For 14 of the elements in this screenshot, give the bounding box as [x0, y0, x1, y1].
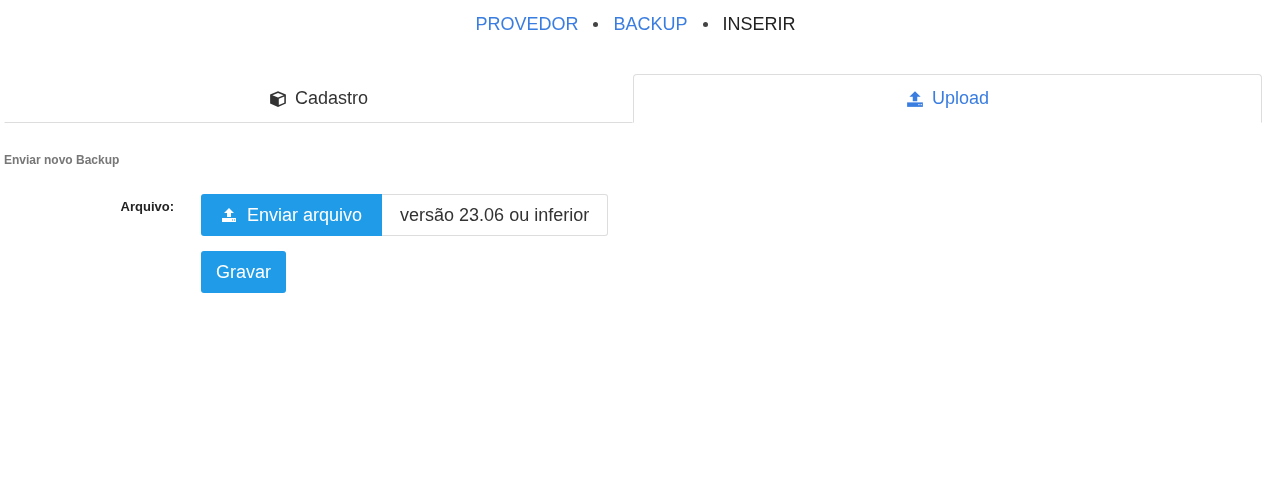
upload-icon [221, 207, 237, 223]
save-button[interactable]: Gravar [201, 251, 286, 293]
breadcrumb-current: INSERIR [722, 13, 796, 35]
cube-icon [268, 89, 287, 108]
breadcrumb-link[interactable]: BACKUP [613, 13, 688, 35]
separator-dot [593, 21, 599, 27]
upload-button[interactable]: Enviar arquivo [201, 194, 383, 236]
file-name-field[interactable]: versão 23.06 ou inferior [382, 194, 609, 236]
tab[interactable]: Upload [633, 74, 1262, 123]
breadcrumb-link[interactable]: PROVEDOR [475, 13, 579, 35]
separator-dot [702, 21, 708, 27]
field-label: Arquivo: [119, 198, 174, 216]
upload-icon [905, 89, 924, 108]
section-title: Enviar novo Backup [4, 153, 121, 167]
